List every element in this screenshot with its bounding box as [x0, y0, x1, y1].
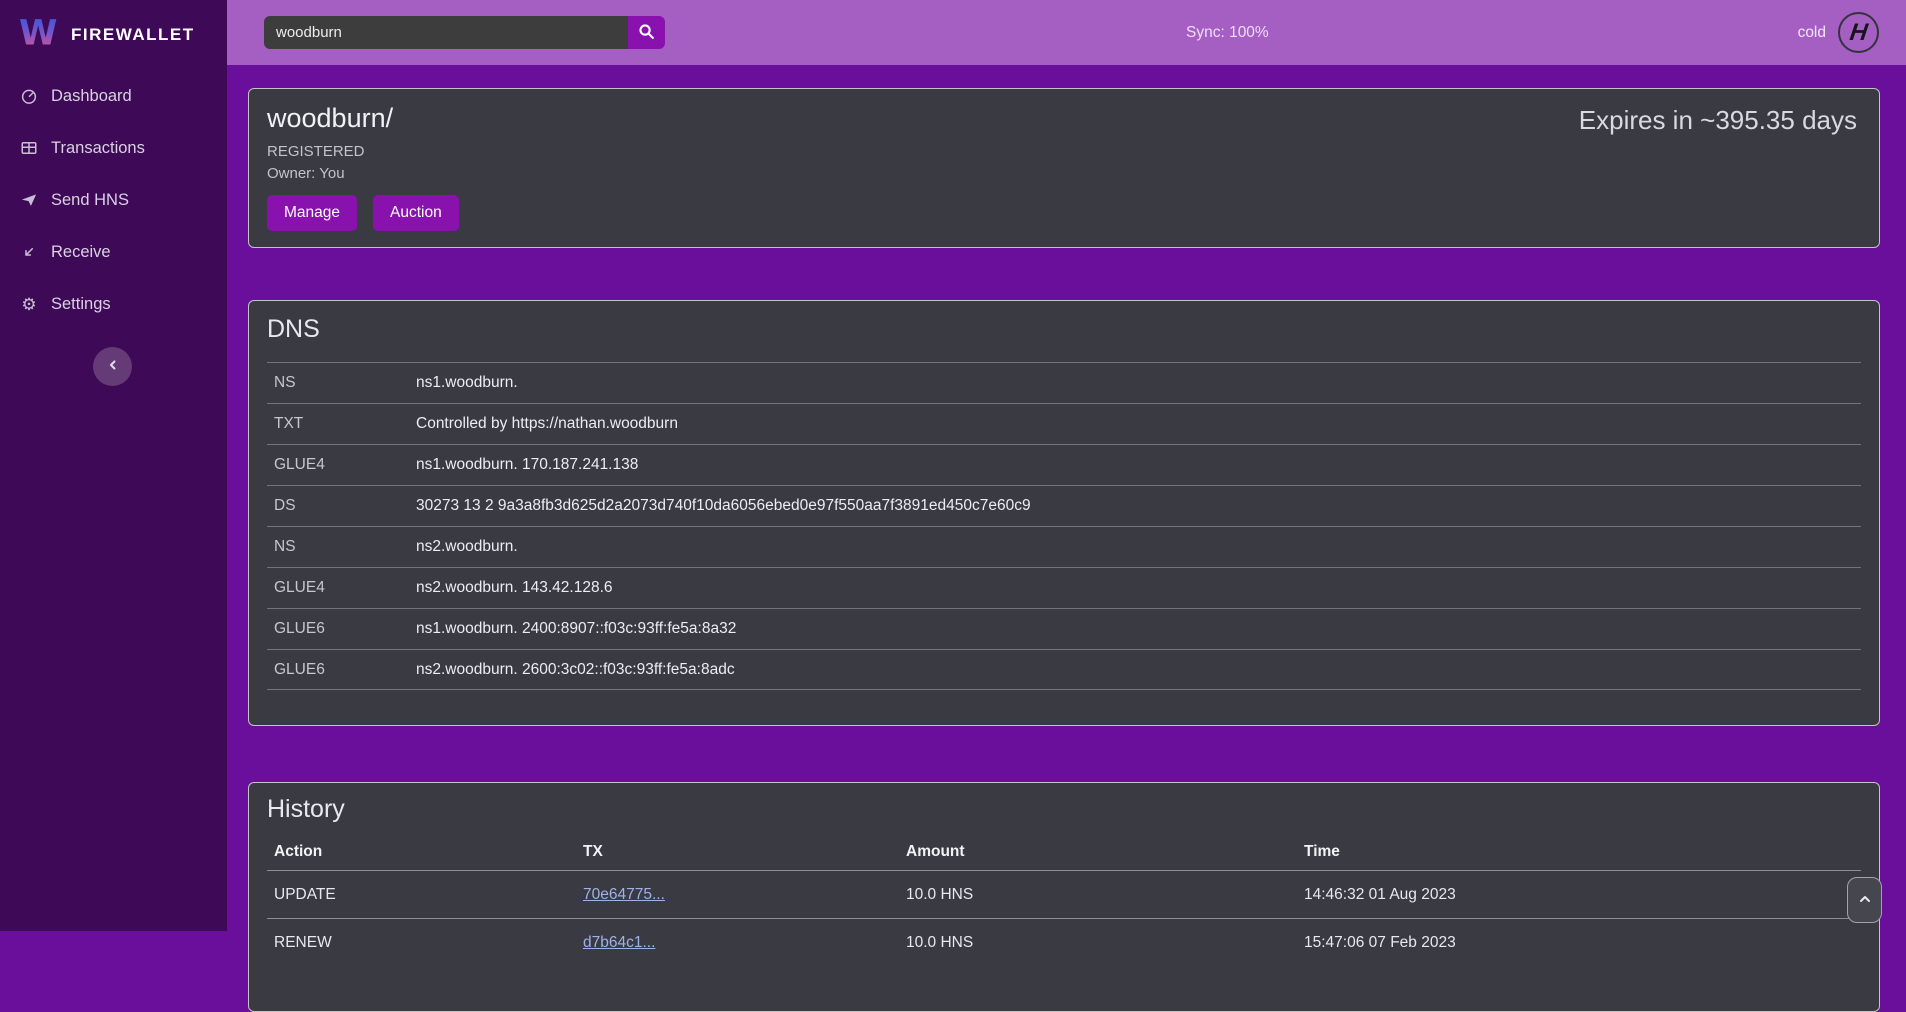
sync-status: Sync: 100% — [1186, 24, 1269, 42]
dns-title: DNS — [249, 315, 1879, 344]
auction-button[interactable]: Auction — [373, 195, 459, 231]
dns-row: TXT Controlled by https://nathan.woodbur… — [267, 403, 1861, 444]
dns-record-value: ns1.woodburn. 2400:8907::f03c:93ff:fe5a:… — [416, 620, 736, 638]
chevron-left-icon — [106, 358, 120, 375]
dns-record-type: NS — [274, 374, 416, 392]
history-row: RENEW d7b64c1... 10.0 HNS 15:47:06 07 Fe… — [267, 918, 1861, 966]
dns-table: NS ns1.woodburn. TXT Controlled by https… — [267, 362, 1861, 690]
dns-record-type: NS — [274, 538, 416, 556]
column-header-action: Action — [274, 843, 583, 861]
domain-owner: Owner: You — [267, 165, 1861, 182]
scroll-to-top-button[interactable] — [1847, 877, 1882, 923]
history-time: 15:47:06 07 Feb 2023 — [1304, 934, 1861, 952]
dns-record-value: ns1.woodburn. 170.187.241.138 — [416, 456, 638, 474]
sidebar: W FIREWALLET Dashboard Transactions — [0, 0, 227, 931]
gauge-icon — [19, 86, 39, 106]
topbar: Sync: 100% cold H — [227, 0, 1906, 65]
handshake-logo-icon: H — [1838, 12, 1879, 53]
firewallet-logo-icon: W — [18, 13, 58, 56]
dns-record-type: GLUE6 — [274, 661, 416, 679]
manage-button[interactable]: Manage — [267, 195, 357, 231]
sidebar-item-settings[interactable]: ⚙ Settings — [0, 278, 227, 330]
dns-row: GLUE6 ns2.woodburn. 2600:3c02::f03c:93ff… — [267, 649, 1861, 690]
dns-record-type: DS — [274, 497, 416, 515]
dns-record-value: ns2.woodburn. 2600:3c02::f03c:93ff:fe5a:… — [416, 661, 735, 679]
dns-row: DS 30273 13 2 9a3a8fb3d625d2a2073d740f10… — [267, 485, 1861, 526]
column-header-amount: Amount — [906, 843, 1304, 861]
history-card: History Action TX Amount Time UPDATE 70e… — [248, 782, 1880, 1012]
dns-row: GLUE6 ns1.woodburn. 2400:8907::f03c:93ff… — [267, 608, 1861, 649]
svg-text:W: W — [19, 14, 57, 51]
app-title: FIREWALLET — [71, 25, 195, 45]
tx-link[interactable]: d7b64c1... — [583, 934, 655, 951]
dns-record-type: GLUE4 — [274, 579, 416, 597]
dns-row: GLUE4 ns1.woodburn. 170.187.241.138 — [267, 444, 1861, 485]
chevron-up-icon — [1857, 891, 1873, 910]
history-action: UPDATE — [274, 886, 583, 904]
search-icon — [638, 23, 655, 43]
history-header-row: Action TX Amount Time — [267, 834, 1861, 870]
tx-link[interactable]: 70e64775... — [583, 886, 665, 903]
dns-record-value: ns2.woodburn. — [416, 538, 518, 556]
dns-record-type: TXT — [274, 415, 416, 433]
dns-card: DNS NS ns1.woodburn. TXT Controlled by h… — [248, 300, 1880, 726]
sidebar-item-dashboard[interactable]: Dashboard — [0, 70, 227, 122]
history-amount: 10.0 HNS — [906, 886, 1304, 904]
search-bar — [264, 16, 665, 49]
sidebar-nav: Dashboard Transactions Send HNS — [0, 70, 227, 330]
dns-record-value: Controlled by https://nathan.woodburn — [416, 415, 678, 433]
sidebar-item-transactions[interactable]: Transactions — [0, 122, 227, 174]
logo: W FIREWALLET — [0, 0, 227, 56]
dns-record-type: GLUE6 — [274, 620, 416, 638]
dns-row: GLUE4 ns2.woodburn. 143.42.128.6 — [267, 567, 1861, 608]
history-title: History — [249, 795, 1879, 824]
sidebar-item-label: Transactions — [51, 139, 145, 158]
firewallet-app: { "app": { "name": "FIREWALLET" }, "side… — [0, 0, 1906, 931]
column-header-time: Time — [1304, 843, 1861, 861]
sidebar-item-label: Dashboard — [51, 87, 132, 106]
wallet-name: cold — [1798, 24, 1826, 42]
dns-record-type: GLUE4 — [274, 456, 416, 474]
dns-row: NS ns1.woodburn. — [267, 362, 1861, 403]
dns-record-value: ns1.woodburn. — [416, 374, 518, 392]
dns-record-value: 30273 13 2 9a3a8fb3d625d2a2073d740f10da6… — [416, 497, 1031, 515]
expires-label: Expires in ~395.35 days — [1579, 105, 1857, 136]
sidebar-item-label: Receive — [51, 243, 111, 262]
history-action: RENEW — [274, 934, 583, 952]
history-time: 14:46:32 01 Aug 2023 — [1304, 886, 1861, 904]
sidebar-collapse-button[interactable] — [93, 347, 132, 386]
table-icon — [19, 138, 39, 158]
history-table: Action TX Amount Time UPDATE 70e64775...… — [267, 834, 1861, 966]
domain-card: woodburn/ REGISTERED Owner: You Manage A… — [248, 88, 1880, 248]
wallet-selector[interactable]: cold H — [1798, 12, 1879, 53]
gear-icon: ⚙ — [19, 294, 39, 314]
history-amount: 10.0 HNS — [906, 934, 1304, 952]
search-input[interactable] — [264, 16, 628, 49]
sidebar-item-label: Send HNS — [51, 191, 129, 210]
search-button[interactable] — [628, 16, 665, 49]
receive-arrow-icon — [19, 242, 39, 262]
dns-record-value: ns2.woodburn. 143.42.128.6 — [416, 579, 613, 597]
sidebar-item-send-hns[interactable]: Send HNS — [0, 174, 227, 226]
domain-status: REGISTERED — [267, 143, 1861, 160]
dns-row: NS ns2.woodburn. — [267, 526, 1861, 567]
send-icon — [19, 190, 39, 210]
history-row: UPDATE 70e64775... 10.0 HNS 14:46:32 01 … — [267, 870, 1861, 918]
column-header-tx: TX — [583, 843, 906, 861]
sidebar-item-label: Settings — [51, 295, 111, 314]
sidebar-item-receive[interactable]: Receive — [0, 226, 227, 278]
